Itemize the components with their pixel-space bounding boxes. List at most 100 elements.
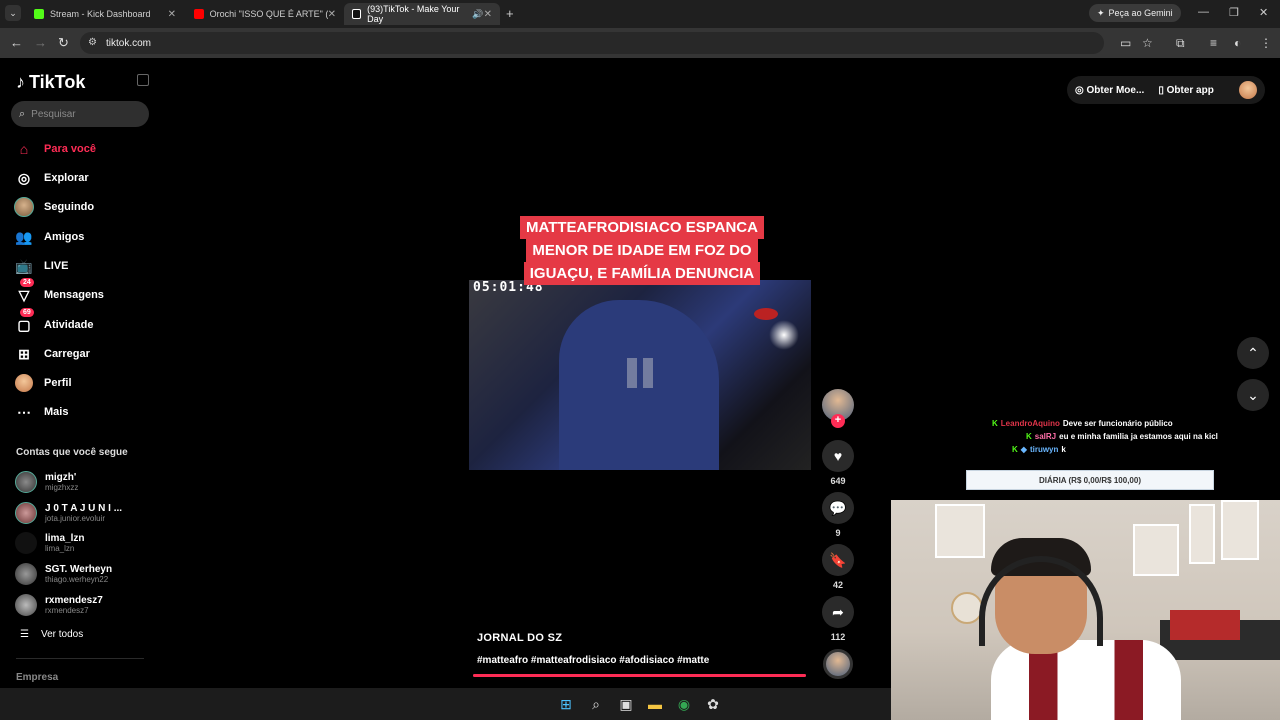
- stream-chat-overlay: K LeandroAquino Deve ser funcionário púb…: [960, 417, 1230, 456]
- like-button[interactable]: ♥: [822, 440, 854, 472]
- account-handle: thiago.werheyn22: [45, 575, 109, 584]
- nav-mais[interactable]: ⋯ Mais: [14, 401, 68, 423]
- video-hashtags[interactable]: #matteafro #matteafrodisiaco #afodisiaco…: [477, 655, 709, 666]
- share-button[interactable]: ➦: [822, 596, 854, 628]
- nav-explorar[interactable]: ◎ Explorar: [14, 167, 89, 189]
- nav-label: Carregar: [44, 348, 90, 360]
- forward-icon[interactable]: →: [34, 35, 47, 50]
- like-count: 649: [830, 476, 846, 486]
- chat-text: eu e minha familia ja estamos aqui na ki…: [1059, 432, 1218, 441]
- following-account[interactable]: J 0 T A J U N I ... jota.junior.evoluir: [15, 500, 122, 526]
- phone-icon: ▯: [1158, 84, 1164, 96]
- follow-plus-icon[interactable]: +: [831, 414, 845, 428]
- get-coins-button[interactable]: ◎ Obter Moe...: [1075, 85, 1144, 96]
- following-account[interactable]: lima_lzn lima_lzn: [15, 530, 84, 556]
- nav-live[interactable]: 📺 LIVE: [14, 255, 68, 277]
- compass-icon: ◎: [17, 169, 31, 186]
- nav-label: Explorar: [44, 172, 89, 184]
- donation-goal-bar: DIÁRIA (R$ 0,00/R$ 100,00): [966, 470, 1214, 490]
- bookmark-star-icon[interactable]: ☆: [1142, 36, 1153, 50]
- activity-icon: ▢ 69: [14, 308, 34, 335]
- search-icon[interactable]: ⌕: [588, 696, 604, 712]
- video-author[interactable]: JORNAL DO SZ: [477, 632, 562, 644]
- collapse-sidebar-icon[interactable]: [137, 74, 149, 86]
- tab-search-dropdown-icon[interactable]: ⌄: [5, 5, 21, 21]
- video-player[interactable]: [469, 280, 811, 470]
- task-view-icon[interactable]: ▣: [618, 696, 634, 712]
- url-text: tiktok.com: [106, 37, 152, 49]
- more-icon: ⋯: [17, 403, 31, 420]
- nav-label: LIVE: [44, 260, 69, 272]
- share-count: 112: [830, 632, 846, 642]
- following-account[interactable]: rxmendesz7 rxmendesz7: [15, 592, 103, 618]
- app-icon[interactable]: ✿: [705, 696, 721, 712]
- headline-line: MATTEAFRODISIACO ESPANCA: [520, 216, 764, 239]
- following-account[interactable]: SGT. Werheyn thiago.werheyn22: [15, 561, 112, 587]
- video-progress-bar[interactable]: [473, 674, 806, 677]
- previous-video-button[interactable]: ⌃: [1237, 337, 1269, 369]
- browser-tab[interactable]: Orochi "ISSO QUE É ARTE" (pro ✕: [186, 3, 344, 25]
- gemini-button[interactable]: ✦ Peça ao Gemini: [1089, 4, 1181, 22]
- video-progress-fill: [473, 674, 806, 677]
- comment-button[interactable]: 💬: [822, 492, 854, 524]
- close-tab-icon[interactable]: ✕: [328, 9, 336, 20]
- extensions-icon[interactable]: ⧉: [1176, 36, 1185, 51]
- close-tab-icon[interactable]: ✕: [168, 9, 176, 20]
- maximize-icon[interactable]: ❐: [1229, 6, 1239, 19]
- browser-tab-active[interactable]: (93)TikTok - Make Your Day 🔊 ✕: [344, 3, 500, 25]
- url-field[interactable]: ⚙ tiktok.com: [80, 32, 1104, 54]
- minimize-icon[interactable]: —: [1198, 6, 1209, 18]
- avatar: [15, 502, 37, 524]
- kick-badge-icon: K: [992, 419, 998, 428]
- search-input[interactable]: ⌕ Pesquisar: [11, 101, 149, 127]
- close-tab-icon[interactable]: ✕: [484, 9, 492, 20]
- new-tab-button[interactable]: +: [506, 6, 514, 21]
- chevron-down-icon: ⌄: [1247, 386, 1259, 403]
- following-account[interactable]: migzh' migzhxzz: [15, 469, 78, 495]
- tiktok-logo[interactable]: ♪ TikTok: [16, 72, 85, 93]
- get-app-button[interactable]: ▯ Obter app: [1158, 85, 1214, 96]
- save-button[interactable]: 🔖: [822, 544, 854, 576]
- account-handle: rxmendesz7: [45, 606, 89, 615]
- following-avatar-icon: [14, 197, 34, 217]
- site-info-icon[interactable]: ⚙: [88, 37, 97, 48]
- nav-para-voce[interactable]: ⌂ Para você: [14, 138, 96, 160]
- next-video-button[interactable]: ⌄: [1237, 379, 1269, 411]
- see-all-button[interactable]: ☰ Ver todos: [20, 629, 83, 640]
- account-handle: jota.junior.evoluir: [45, 514, 106, 523]
- reading-list-icon[interactable]: ≡: [1210, 36, 1217, 50]
- nav-amigos[interactable]: 👥 Amigos: [14, 226, 84, 248]
- chrome-icon[interactable]: ◉: [676, 696, 692, 712]
- back-icon[interactable]: ←: [10, 35, 23, 50]
- sub-badge-icon: ◆: [1020, 445, 1027, 454]
- nav-carregar[interactable]: ⊞ Carregar: [14, 343, 90, 365]
- nav-atividade[interactable]: ▢ 69 Atividade: [14, 308, 94, 336]
- browser-tab[interactable]: Stream - Kick Dashboard ✕: [26, 3, 184, 25]
- close-window-icon[interactable]: ✕: [1259, 6, 1268, 19]
- nav-seguindo[interactable]: Seguindo: [14, 196, 94, 218]
- user-avatar[interactable]: [1239, 81, 1257, 99]
- avatar: [15, 471, 37, 493]
- audio-playing-icon[interactable]: 🔊: [472, 9, 483, 20]
- divider: [16, 658, 144, 659]
- chat-message: K LeandroAquino Deve ser funcionário púb…: [960, 417, 1230, 430]
- menu-kebab-icon[interactable]: ⋮: [1260, 36, 1272, 50]
- account-name: SGT. Werheyn: [45, 564, 113, 575]
- see-all-label: Ver todos: [40, 629, 84, 640]
- sidebar: ♪ TikTok ⌕ Pesquisar ⌂ Para você ◎ Explo…: [0, 58, 160, 688]
- music-disc-avatar[interactable]: [823, 649, 853, 679]
- nav-label: Perfil: [44, 377, 72, 389]
- reload-icon[interactable]: ↻: [58, 35, 69, 51]
- windows-start-icon[interactable]: ⊞: [558, 696, 574, 712]
- nav-perfil[interactable]: Perfil: [14, 372, 72, 394]
- list-icon: ☰: [20, 629, 29, 640]
- footer-link-empresa[interactable]: Empresa: [16, 672, 58, 683]
- pause-icon[interactable]: [627, 358, 653, 388]
- profile-avatar-icon[interactable]: ◐: [1234, 36, 1241, 50]
- cast-icon[interactable]: ▭: [1120, 36, 1131, 50]
- nav-mensagens[interactable]: ▽ 24 Mensagens: [14, 278, 104, 306]
- nav-label: Mensagens: [44, 289, 104, 301]
- file-explorer-icon[interactable]: ▬: [647, 696, 663, 712]
- friends-icon: 👥: [15, 228, 33, 245]
- comment-icon: 💬: [829, 499, 847, 516]
